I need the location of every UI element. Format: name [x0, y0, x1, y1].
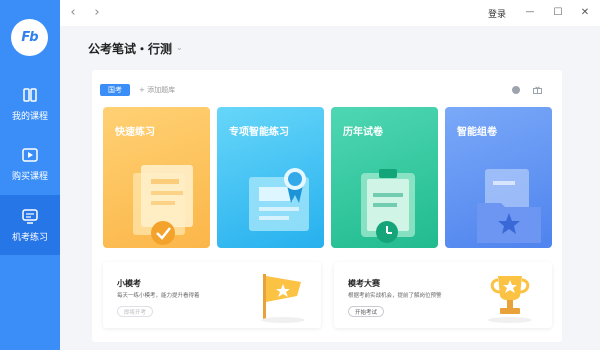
special-smart-practice-card[interactable]: 专项智能练习 [217, 107, 324, 248]
flag-icon [261, 274, 305, 323]
sidebar-item-buy-courses[interactable]: 购买课程 [0, 135, 60, 193]
sidebar-item-exam-practice[interactable]: 机考练习 [0, 195, 60, 255]
title-bar: ‹ › 登录 — ☐ ✕ [60, 0, 600, 26]
upcoming-exam-button[interactable]: 即将开考 [117, 306, 154, 317]
card-description: 根据考前实战机会，提前了解岗位预警 [348, 293, 442, 299]
monitor-icon [22, 209, 38, 224]
add-question-bank-link[interactable]: + 添加题库 [139, 85, 175, 95]
gift-icon[interactable] [533, 86, 542, 94]
start-exam-button[interactable]: 开始考试 [348, 306, 385, 317]
page-title[interactable]: 公考笔试・行测 [88, 40, 172, 57]
chevron-down-icon[interactable]: ⌄ [176, 43, 185, 52]
close-button[interactable]: ✕ [576, 4, 594, 20]
sidebar-item-label: 购买课程 [11, 172, 48, 182]
smart-paper-card[interactable]: 智能组卷 [445, 107, 552, 248]
logo-text: Fb [21, 30, 38, 45]
folder-illustration-icon [477, 169, 541, 243]
sidebar-item-label: 机考练习 [11, 233, 48, 243]
book-icon [23, 88, 37, 102]
past-papers-card[interactable]: 历年试卷 [331, 107, 438, 248]
document-illustration-icon [133, 165, 193, 245]
quick-practice-card[interactable]: 快速练习 [103, 107, 210, 248]
card-description: 每天一练小模考，能力提升看得着 [117, 293, 200, 299]
login-link[interactable]: 登录 [488, 7, 506, 20]
sidebar-item-my-courses[interactable]: 我的课程 [0, 75, 60, 133]
mock-contest-card[interactable]: 模考大赛 根据考前实战机会，提前了解岗位预警 开始考试 [334, 262, 552, 328]
clipboard-illustration-icon [361, 169, 415, 243]
trophy-icon [488, 276, 532, 323]
history-icon[interactable] [512, 86, 520, 94]
forward-button[interactable]: › [90, 5, 104, 20]
app-logo: Fb [11, 19, 48, 56]
mini-mock-exam-card[interactable]: 小模考 每天一练小模考，能力提升看得着 即将开考 [103, 262, 321, 328]
certificate-illustration-icon [249, 168, 309, 231]
maximize-button[interactable]: ☐ [549, 4, 567, 20]
exam-tag[interactable]: 国考 [100, 84, 130, 96]
sidebar-item-label: 我的课程 [11, 112, 48, 122]
sidebar: Fb 我的课程 购买课程 机考练习 [0, 0, 60, 350]
play-icon [22, 148, 38, 162]
back-button[interactable]: ‹ [66, 5, 80, 20]
minimize-button[interactable]: — [521, 4, 539, 20]
card-title: 小模考 [117, 279, 141, 288]
card-title: 模考大赛 [348, 279, 380, 288]
